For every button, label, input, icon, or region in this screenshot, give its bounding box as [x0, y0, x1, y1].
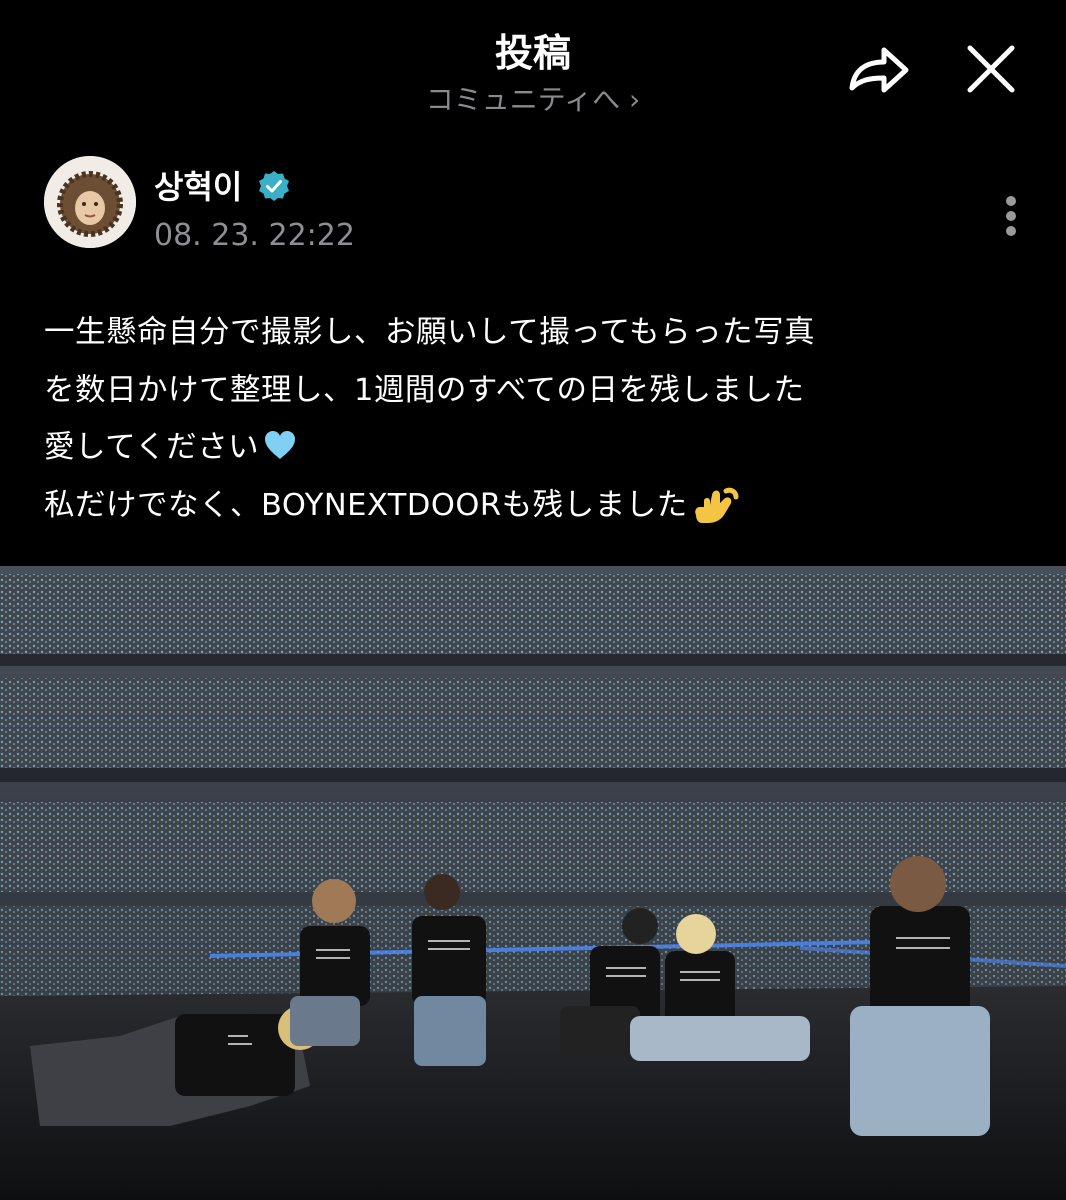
avatar[interactable] — [44, 156, 136, 248]
share-icon — [849, 47, 909, 93]
post-body: 一生懸命自分で撮影し、お願いして撮ってもらった写真 を数日かけて整理し、1週間の… — [44, 304, 1034, 534]
post-timestamp: 08. 23. 22:22 — [154, 218, 355, 253]
verified-badge-icon — [259, 171, 289, 201]
close-icon — [967, 45, 1015, 93]
more-dot-icon — [1006, 196, 1016, 206]
header: 投稿 コミュニティへ › — [0, 0, 1066, 130]
post-text-line: 一生懸命自分で撮影し、お願いして撮ってもらった写真 — [44, 315, 816, 350]
post-text-line: を数日かけて整理し、1週間のすべての日を残しました — [44, 372, 805, 408]
post-text-line: 私だけでなく、BOYNEXTDOORも残しました — [44, 477, 1034, 535]
light-blue-heart-icon — [265, 431, 296, 459]
more-dot-icon — [1006, 211, 1016, 221]
concert-group-photo-icon — [0, 566, 1066, 1200]
call-me-hand-icon — [694, 487, 739, 523]
close-button[interactable] — [962, 40, 1020, 98]
post-text-segment: 私だけでなく、BOYNEXTDOORも残しました — [44, 487, 688, 523]
author-name[interactable]: 상혁이 — [154, 162, 242, 208]
post-author: 상혁이 08. 23. 22:22 — [44, 156, 1024, 266]
more-dot-icon — [1006, 226, 1016, 236]
post-photo[interactable] — [0, 566, 1066, 1200]
share-button[interactable] — [846, 40, 912, 98]
post-text-line: 愛してください — [44, 419, 1034, 477]
post-detail-screen: 投稿 コミュニティへ › 상혁이 08. 23. 22:22 一生懸命自分で撮影… — [0, 0, 1066, 1200]
more-options-button[interactable] — [996, 192, 1026, 248]
avatar-lion-hat-icon — [44, 156, 136, 248]
post-text-segment: 愛してください — [44, 430, 260, 465]
